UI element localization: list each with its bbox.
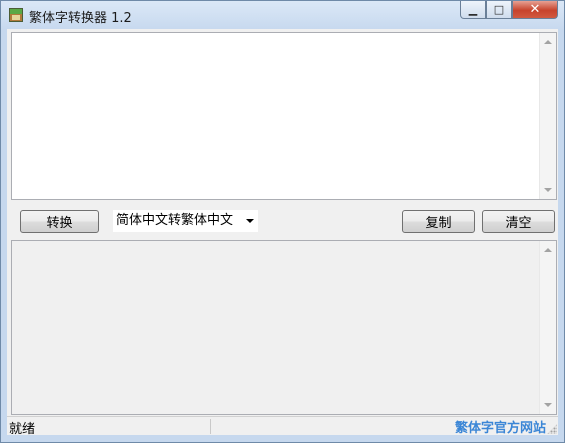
- maximize-button[interactable]: □: [486, 1, 512, 19]
- clear-button[interactable]: 清空: [482, 210, 555, 233]
- close-button[interactable]: ✕: [512, 1, 558, 19]
- mode-select-value: 简体中文转繁体中文: [116, 213, 234, 228]
- app-icon: [9, 8, 23, 22]
- scroll-up-icon[interactable]: [544, 248, 552, 252]
- window-title: 繁体字转换器 1.2: [29, 11, 132, 26]
- minimize-button[interactable]: ▁: [460, 1, 486, 19]
- input-scrollbar[interactable]: [539, 33, 556, 199]
- minimize-icon: ▁: [468, 3, 478, 16]
- output-textarea[interactable]: [11, 240, 557, 415]
- client-area: 转换 简体中文转繁体中文 复制 清空 就绪 繁体字官方网站: [7, 29, 558, 437]
- official-site-link[interactable]: 繁体字官方网站: [455, 417, 546, 436]
- status-bar: 就绪 繁体字官方网站: [7, 416, 558, 437]
- scroll-down-icon[interactable]: [544, 403, 552, 407]
- close-icon: ✕: [529, 2, 541, 17]
- app-window: 繁体字转换器 1.2 ▁ □ ✕ 转换 简体中文转繁体中文 复制 清空 就绪 繁…: [0, 0, 565, 443]
- status-text: 就绪: [9, 422, 36, 437]
- scroll-down-icon[interactable]: [544, 188, 552, 192]
- resize-grip-icon[interactable]: [547, 424, 557, 434]
- scroll-up-icon[interactable]: [544, 40, 552, 44]
- caption-buttons: ▁ □ ✕: [460, 1, 558, 21]
- copy-button[interactable]: 复制: [402, 210, 475, 233]
- dropdown-arrow-icon[interactable]: [246, 219, 254, 223]
- input-textarea[interactable]: [11, 32, 557, 200]
- maximize-icon: □: [493, 3, 505, 16]
- output-scrollbar[interactable]: [539, 241, 556, 414]
- title-bar[interactable]: 繁体字转换器 1.2 ▁ □ ✕: [1, 1, 564, 29]
- convert-button[interactable]: 转换: [20, 210, 99, 233]
- mode-select[interactable]: 简体中文转繁体中文: [113, 210, 258, 232]
- status-divider: [210, 419, 211, 434]
